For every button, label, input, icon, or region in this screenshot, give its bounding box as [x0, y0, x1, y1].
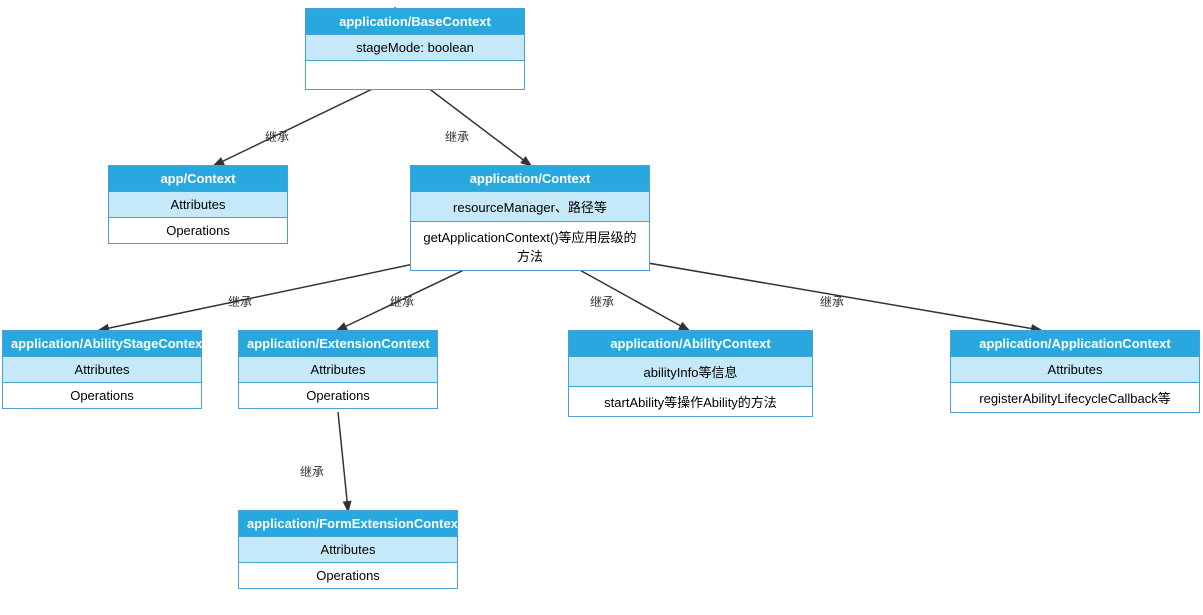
base-context-operations [306, 61, 524, 89]
base-context-box: application/BaseContext stageMode: boole… [305, 8, 525, 90]
inherit-label-5: 继承 [590, 293, 614, 310]
application-context-header: application/Context [411, 166, 649, 192]
ability-stage-context-attributes: Attributes [3, 357, 201, 383]
extension-context-box: application/ExtensionContext Attributes … [238, 330, 438, 409]
diagram: 继承 继承 继承 继承 继承 继承 继承 application/BaseCon… [0, 0, 1203, 615]
ability-stage-context-box: application/AbilityStageContext Attribut… [2, 330, 202, 409]
application-context-attributes: resourceManager、路径等 [411, 192, 649, 222]
ability-stage-context-operations: Operations [3, 383, 201, 408]
app-application-context-attributes: Attributes [951, 357, 1199, 383]
app-context-box: app/Context Attributes Operations [108, 165, 288, 244]
inherit-label-1: 继承 [265, 128, 289, 145]
ability-context-operations: startAbility等操作Ability的方法 [569, 387, 812, 416]
ability-context-box: application/AbilityContext abilityInfo等信… [568, 330, 813, 417]
app-application-context-box: application/ApplicationContext Attribute… [950, 330, 1200, 413]
app-context-operations: Operations [109, 218, 287, 243]
base-context-header: application/BaseContext [306, 9, 524, 35]
form-extension-context-box: application/FormExtensionContext Attribu… [238, 510, 458, 589]
extension-context-attributes: Attributes [239, 357, 437, 383]
app-application-context-operations: registerAbilityLifecycleCallback等 [951, 383, 1199, 412]
ability-stage-context-header: application/AbilityStageContext [3, 331, 201, 357]
application-context-operations: getApplicationContext()等应用层级的方法 [411, 222, 649, 270]
app-application-context-header: application/ApplicationContext [951, 331, 1199, 357]
inherit-label-2: 继承 [445, 128, 469, 145]
ability-context-attributes: abilityInfo等信息 [569, 357, 812, 387]
base-context-attributes: stageMode: boolean [306, 35, 524, 61]
app-context-header: app/Context [109, 166, 287, 192]
inherit-label-6: 继承 [820, 293, 844, 310]
inherit-label-7: 继承 [300, 463, 324, 480]
form-extension-context-header: application/FormExtensionContext [239, 511, 457, 537]
extension-context-header: application/ExtensionContext [239, 331, 437, 357]
form-extension-context-attributes: Attributes [239, 537, 457, 563]
extension-context-operations: Operations [239, 383, 437, 408]
app-context-attributes: Attributes [109, 192, 287, 218]
application-context-box: application/Context resourceManager、路径等 … [410, 165, 650, 271]
form-extension-context-operations: Operations [239, 563, 457, 588]
inherit-label-4: 继承 [390, 293, 414, 310]
ability-context-header: application/AbilityContext [569, 331, 812, 357]
inherit-label-3: 继承 [228, 293, 252, 310]
